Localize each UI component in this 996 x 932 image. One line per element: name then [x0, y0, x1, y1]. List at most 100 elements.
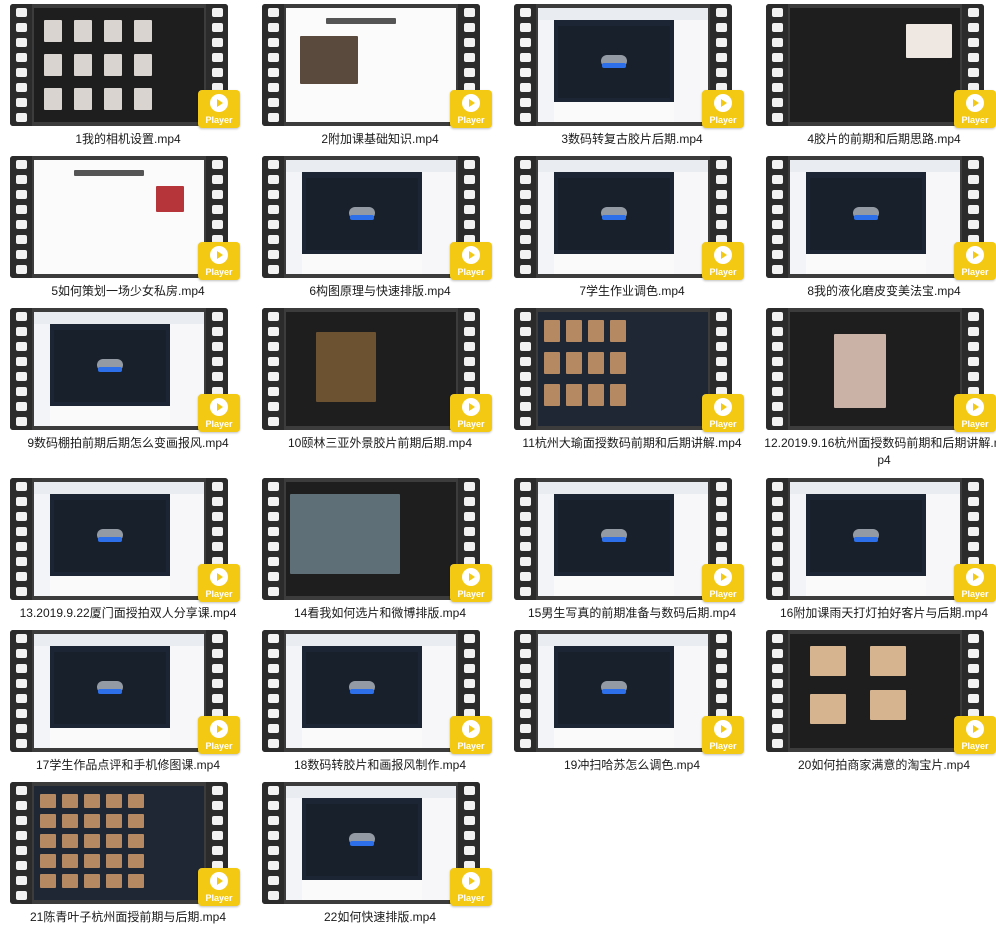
file-item[interactable]: Player 17学生作品点评和手机修图课.mp4 — [8, 630, 260, 782]
video-thumbnail[interactable] — [10, 782, 228, 904]
file-name[interactable]: 1我的相机设置.mp4 — [8, 131, 248, 148]
film-perforation — [716, 679, 727, 688]
video-thumbnail[interactable] — [766, 308, 984, 430]
video-thumbnail[interactable] — [262, 4, 480, 126]
film-perforation — [716, 357, 727, 366]
video-thumbnail[interactable] — [10, 308, 228, 430]
grid-thumbnail — [588, 320, 604, 342]
file-item[interactable]: Player 8我的液化磨皮变美法宝.mp4 — [764, 156, 996, 308]
film-perforation — [772, 8, 783, 17]
file-item[interactable]: Player 2附加课基础知识.mp4 — [260, 4, 512, 156]
video-thumbnail[interactable] — [514, 4, 732, 126]
file-item[interactable]: Player 3数码转复古胶片后期.mp4 — [512, 4, 764, 156]
file-item[interactable]: Player 13.2019.9.22厦门面授拍双人分享课.mp4 — [8, 478, 260, 630]
video-thumbnail[interactable] — [10, 4, 228, 126]
grid-thumbnail — [128, 834, 144, 848]
file-name[interactable]: 22如何快速排版.mp4 — [260, 909, 500, 926]
file-item[interactable]: Player 16附加课雨天打灯拍好客片与后期.mp4 — [764, 478, 996, 630]
file-item[interactable]: Player 11杭州大瑜面授数码前期和后期讲解.mp4 — [512, 308, 764, 478]
film-perforation — [772, 175, 783, 184]
film-perforation — [16, 846, 27, 855]
video-thumbnail[interactable] — [766, 156, 984, 278]
file-name[interactable]: 14看我如何选片和微博排版.mp4 — [260, 605, 500, 622]
video-thumbnail[interactable] — [514, 308, 732, 430]
canvas-image — [290, 494, 400, 574]
file-item[interactable]: Player 10颐林三亚外景胶片前期后期.mp4 — [260, 308, 512, 478]
file-item[interactable]: Player 21陈青叶子杭州面授前期与后期.mp4 — [8, 782, 260, 932]
film-perforation — [16, 482, 27, 491]
video-thumbnail[interactable] — [10, 156, 228, 278]
file-item[interactable]: Player 22如何快速排版.mp4 — [260, 782, 512, 932]
file-item[interactable]: Player 9数码棚拍前期后期怎么变画报风.mp4 — [8, 308, 260, 478]
player-badge: Player — [450, 564, 492, 602]
file-name[interactable]: 18数码转胶片和画报风制作.mp4 — [260, 757, 500, 774]
video-thumbnail[interactable] — [766, 630, 984, 752]
file-name[interactable]: 7学生作业调色.mp4 — [512, 283, 752, 300]
file-name[interactable]: 2附加课基础知识.mp4 — [260, 131, 500, 148]
film-perforation — [16, 265, 27, 274]
file-item[interactable]: Player 19冲扫哈苏怎么调色.mp4 — [512, 630, 764, 782]
film-perforation — [520, 327, 531, 336]
file-name[interactable]: 11杭州大瑜面授数码前期和后期讲解.mp4 — [512, 435, 752, 452]
play-icon — [714, 246, 732, 264]
film-perforation — [520, 587, 531, 596]
film-perforation — [268, 220, 279, 229]
file-item[interactable]: Player 18数码转胶片和画报风制作.mp4 — [260, 630, 512, 782]
video-thumbnail[interactable] — [514, 630, 732, 752]
file-name[interactable]: 12.2019.9.16杭州面授数码前期和后期讲解.mp4 — [764, 435, 996, 469]
file-item[interactable]: Player 12.2019.9.16杭州面授数码前期和后期讲解.mp4 — [764, 308, 996, 478]
play-icon — [210, 720, 228, 738]
screen-button — [98, 367, 122, 372]
video-thumbnail[interactable] — [10, 478, 228, 600]
screen-video-area — [306, 178, 418, 250]
file-item[interactable]: Player 14看我如何选片和微博排版.mp4 — [260, 478, 512, 630]
video-thumbnail[interactable] — [766, 4, 984, 126]
file-name[interactable]: 4胶片的前期和后期思路.mp4 — [764, 131, 996, 148]
file-item[interactable]: Player 7学生作业调色.mp4 — [512, 156, 764, 308]
file-item[interactable]: Player 5如何策划一场少女私房.mp4 — [8, 156, 260, 308]
film-perforation — [16, 876, 27, 885]
file-name[interactable]: 20如何拍商家满意的淘宝片.mp4 — [764, 757, 996, 774]
film-perforation — [716, 372, 727, 381]
file-name[interactable]: 6构图原理与快速排版.mp4 — [260, 283, 500, 300]
film-perforation — [16, 861, 27, 870]
thumbnail-image — [74, 54, 92, 76]
file-name[interactable]: 8我的液化磨皮变美法宝.mp4 — [764, 283, 996, 300]
video-thumbnail[interactable] — [514, 156, 732, 278]
file-item[interactable]: Player 15男生写真的前期准备与数码后期.mp4 — [512, 478, 764, 630]
file-item[interactable]: Player 4胶片的前期和后期思路.mp4 — [764, 4, 996, 156]
film-perforation — [464, 649, 475, 658]
file-name[interactable]: 5如何策划一场少女私房.mp4 — [8, 283, 248, 300]
file-name[interactable]: 9数码棚拍前期后期怎么变画报风.mp4 — [8, 435, 248, 452]
video-thumbnail[interactable] — [514, 478, 732, 600]
video-thumbnail[interactable] — [262, 630, 480, 752]
file-name[interactable]: 3数码转复古胶片后期.mp4 — [512, 131, 752, 148]
video-thumbnail[interactable] — [262, 308, 480, 430]
film-perforation — [520, 342, 531, 351]
file-name[interactable]: 21陈青叶子杭州面授前期与后期.mp4 — [8, 909, 248, 926]
film-perforation — [520, 38, 531, 47]
video-thumbnail[interactable] — [766, 478, 984, 600]
screen-button — [854, 537, 878, 542]
file-name[interactable]: 19冲扫哈苏怎么调色.mp4 — [512, 757, 752, 774]
file-item[interactable]: Player 20如何拍商家满意的淘宝片.mp4 — [764, 630, 996, 782]
file-name[interactable]: 16附加课雨天打灯拍好客片与后期.mp4 — [764, 605, 996, 622]
video-thumbnail[interactable] — [10, 630, 228, 752]
film-perforation — [268, 542, 279, 551]
player-badge: Player — [450, 394, 492, 432]
video-thumbnail[interactable] — [262, 478, 480, 600]
file-name[interactable]: 13.2019.9.22厦门面授拍双人分享课.mp4 — [8, 605, 248, 622]
file-name[interactable]: 17学生作品点评和手机修图课.mp4 — [8, 757, 248, 774]
film-perforation — [268, 38, 279, 47]
file-item[interactable]: Player 1我的相机设置.mp4 — [8, 4, 260, 156]
video-thumbnail[interactable] — [262, 156, 480, 278]
video-thumbnail[interactable] — [262, 782, 480, 904]
film-perforation — [268, 327, 279, 336]
file-item[interactable]: Player 6构图原理与快速排版.mp4 — [260, 156, 512, 308]
film-perforation — [268, 68, 279, 77]
film-perforation — [520, 190, 531, 199]
screen-button — [602, 537, 626, 542]
film-perforation — [212, 220, 223, 229]
file-name[interactable]: 15男生写真的前期准备与数码后期.mp4 — [512, 605, 752, 622]
file-name[interactable]: 10颐林三亚外景胶片前期后期.mp4 — [260, 435, 500, 452]
